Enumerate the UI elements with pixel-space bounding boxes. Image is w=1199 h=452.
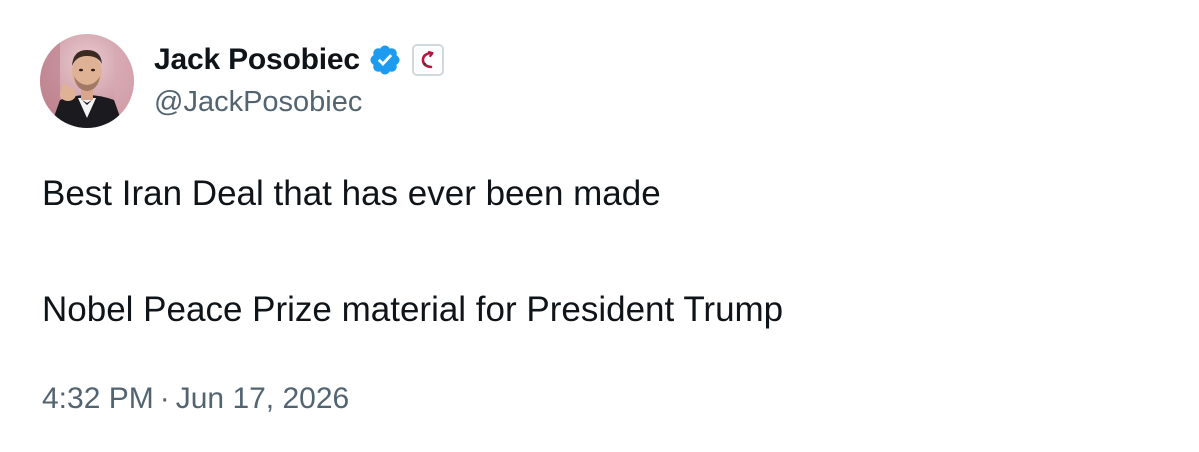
tweet-time[interactable]: 4:32 PM [42, 382, 154, 415]
timestamp-separator: · [159, 382, 170, 415]
tweet-card: Jack Posobiec @JackPosobiec Best Iran De… [0, 0, 1199, 452]
tweet-text-line-1: Best Iran Deal that has ever been made [42, 174, 661, 213]
avatar[interactable] [40, 34, 134, 128]
tweet-timestamp: 4:32 PM · Jun 17, 2026 [42, 382, 349, 416]
tweet-text-line-2: Nobel Peace Prize material for President… [42, 290, 784, 329]
author-display-name[interactable]: Jack Posobiec [154, 43, 360, 77]
affiliate-badge-icon[interactable] [411, 44, 444, 76]
avatar-photo-icon [40, 34, 134, 128]
tweet-date[interactable]: Jun 17, 2026 [176, 382, 349, 415]
verified-badge-icon[interactable] [368, 43, 402, 77]
author-name-row: Jack Posobiec [154, 40, 444, 80]
author-handle[interactable]: @JackPosobiec [154, 86, 362, 119]
